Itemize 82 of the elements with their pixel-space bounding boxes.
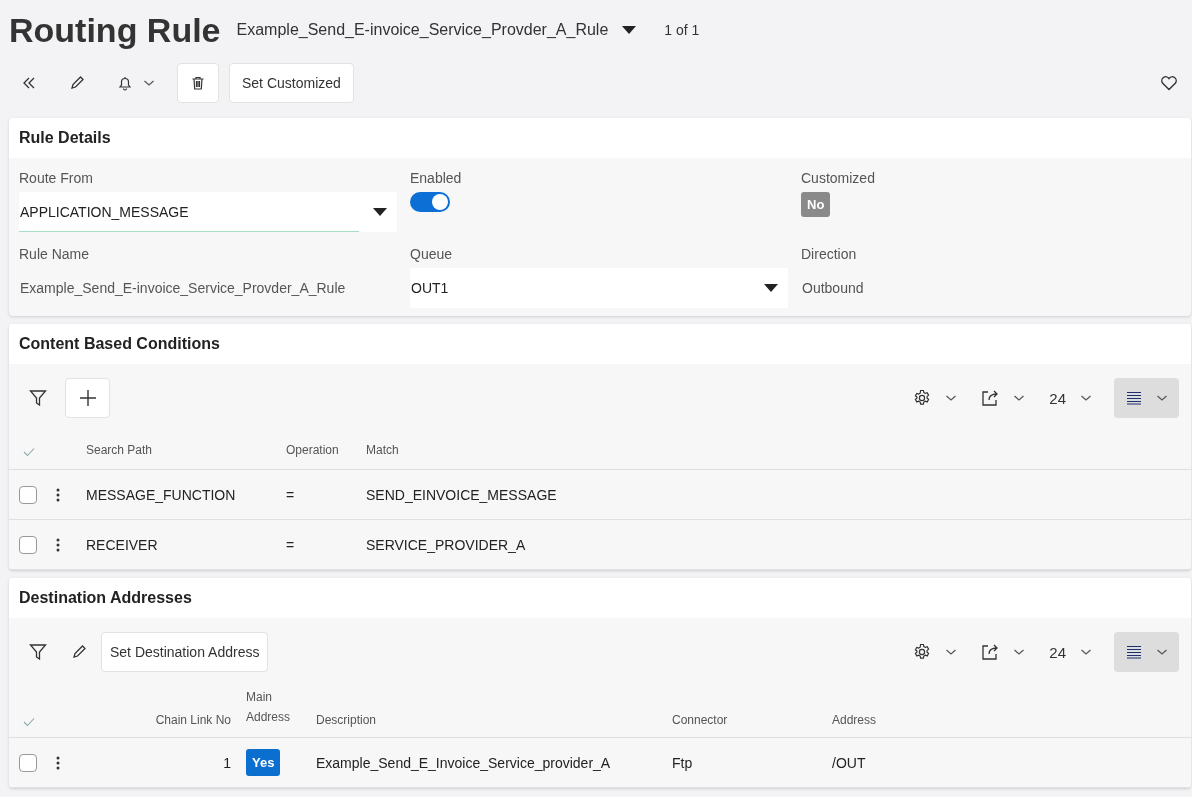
kebab-icon [56,487,60,502]
dropdown-field[interactable]: OUT1 [410,268,788,308]
chevron-icon [1013,394,1026,402]
list-icon [1125,391,1142,405]
chevron-icon [1080,648,1092,656]
export-icon [981,643,1000,661]
table-cell: = [286,486,295,503]
caret-icon [764,284,778,292]
set-customized-button[interactable]: Set Customized [229,63,354,103]
field-label: Queue [410,246,454,264]
table-cell: SERVICE_PROVIDER_A [366,536,526,553]
chevron-icon [945,648,958,656]
caret-icon [622,26,637,34]
settings-icon [913,643,932,661]
delete-button[interactable] [177,63,219,103]
chevron-icon [1013,648,1026,656]
chevron-icon [143,79,155,87]
heart-icon [1160,75,1178,91]
section-title: Destination Addresses [9,578,1191,618]
record-dropdown[interactable] [622,26,637,34]
filter-icon [29,389,47,407]
table-cell: RECEIVER [86,536,158,553]
column-header[interactable]: Connector [672,713,728,727]
page-size-dropdown[interactable]: 24 [1039,383,1102,413]
table-cell: 1 [223,754,231,771]
chevron-icon [1080,394,1092,402]
add-button[interactable] [65,378,110,418]
field-value: Outbound [801,279,864,298]
column-header[interactable]: Main Address [246,687,302,727]
column-header[interactable]: Search Path [86,443,153,457]
column-header[interactable]: Match [366,443,399,457]
page-title: Routing Rule [9,10,221,50]
set-destination-address-button[interactable]: Set Destination Address [101,632,269,672]
double-chevron-icon [21,75,37,91]
table-cell: MESSAGE_FUNCTION [86,486,236,503]
row-checkbox[interactable] [19,485,37,504]
checkmark-icon[interactable] [23,717,35,727]
record-title: Example_Send_E-invoice_Service_Provder_A_Rule [236,21,609,39]
column-header[interactable]: Address [832,713,877,727]
field-label: Customized [801,170,876,188]
column-header[interactable]: Operation [286,443,339,457]
row-checkbox[interactable] [19,535,37,554]
checkmark-icon[interactable] [23,447,35,457]
caret-icon [373,208,387,216]
settings-icon [913,389,932,407]
pencil-icon [71,644,87,660]
field-label: Route From [19,170,94,188]
table-cell: Example_Send_E_Invoice_Service_provider_A [316,754,611,771]
table-cell: SEND_EINVOICE_MESSAGE [366,486,557,503]
favorite-button[interactable] [1160,75,1178,91]
status-badge: Yes [246,749,281,776]
chevron-icon [1155,394,1168,402]
filter-icon [29,643,47,661]
kebab-icon [56,537,60,552]
layout-button[interactable] [1114,378,1179,418]
chevron-icon [945,394,958,402]
section-title: Rule Details [9,118,1191,158]
table-cell: /OUT [832,754,866,771]
field-value: Example_Send_E-invoice_Service_Provder_A_Rule [19,279,346,298]
toggle-switch[interactable] [410,192,450,212]
field-label: Rule Name [19,246,91,264]
record-count: 1 of 1 [664,22,700,38]
column-header[interactable]: Description [316,713,377,727]
export-icon [981,389,1000,407]
field-label: Enabled [410,170,463,188]
list-icon [1125,645,1142,659]
status-badge: No [801,192,831,217]
trash-icon [190,75,206,91]
dropdown-field[interactable]: APPLICATION_MESSAGE [19,192,397,232]
layout-button[interactable] [1114,632,1179,672]
kebab-icon [56,755,60,770]
table-cell: Ftp [672,754,693,771]
bell-icon [117,75,133,91]
section-title: Content Based Conditions [9,324,1191,364]
column-header[interactable]: Chain Link No [155,713,231,727]
row-checkbox[interactable] [19,753,37,772]
chevron-icon [1155,648,1168,656]
plus-icon [78,389,97,407]
page-size-dropdown[interactable]: 24 [1039,637,1102,667]
table-cell: = [286,536,295,553]
pencil-icon [69,75,85,91]
field-label: Direction [801,246,858,264]
